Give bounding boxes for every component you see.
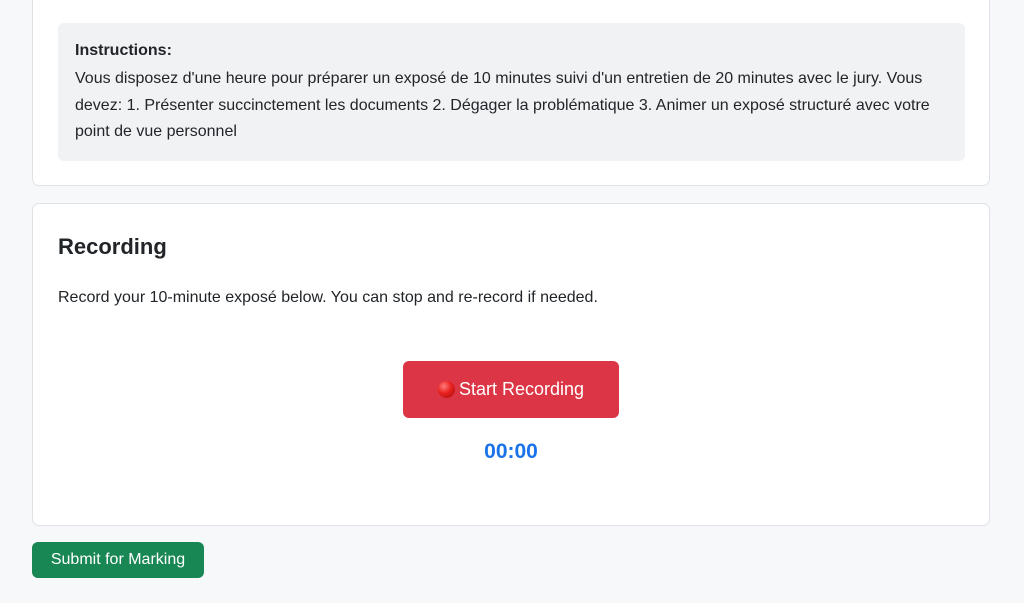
recording-timer: 00:00: [484, 440, 538, 463]
start-recording-button[interactable]: Start Recording: [403, 361, 619, 418]
red-circle-icon: [437, 381, 455, 398]
recording-card: Recording Record your 10-minute exposé b…: [32, 203, 990, 526]
instructions-card: Instructions: Vous disposez d'une heure …: [32, 0, 990, 186]
start-recording-label: Start Recording: [458, 379, 585, 399]
instructions-box: Instructions: Vous disposez d'une heure …: [58, 23, 965, 161]
submit-for-marking-button[interactable]: Submit for Marking: [32, 542, 204, 578]
instructions-heading: Instructions:: [75, 42, 172, 59]
instructions-text: Vous disposez d'une heure pour préparer …: [75, 70, 930, 140]
recording-description: Record your 10-minute exposé below. You …: [58, 289, 598, 306]
page: Instructions: Vous disposez d'une heure …: [0, 0, 1024, 603]
recording-title: Recording: [58, 234, 167, 259]
